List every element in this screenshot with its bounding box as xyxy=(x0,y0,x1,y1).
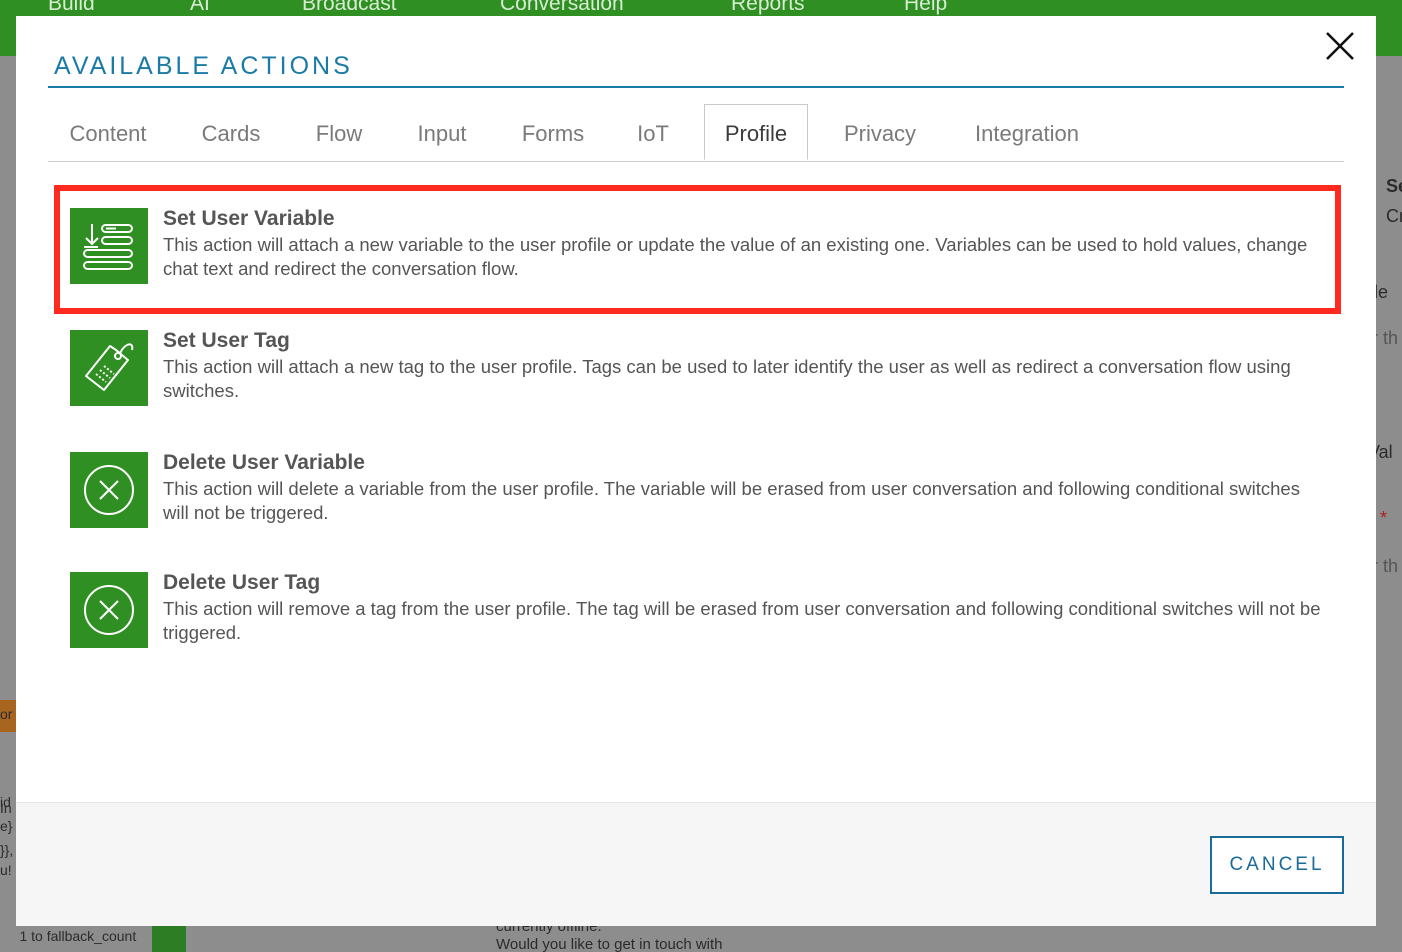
tab-iot[interactable]: IoT xyxy=(626,104,680,160)
title-divider xyxy=(48,86,1344,88)
nav-help[interactable]: Help xyxy=(904,0,947,16)
bg-green-chip xyxy=(152,926,186,952)
action-description: This action will attach a new variable t… xyxy=(163,234,1308,279)
bg-snippet: e} xyxy=(0,818,13,834)
circle-x-icon xyxy=(84,465,134,515)
bg-snippet: r th xyxy=(1376,328,1399,348)
tab-flow[interactable]: Flow xyxy=(306,104,372,160)
action-delete-user-tag[interactable]: Delete User Tag This action will remove … xyxy=(70,571,1321,650)
bg-snippet: Se xyxy=(1386,176,1402,196)
tab-input[interactable]: Input xyxy=(404,104,480,160)
background-right-panel: Se Cr ble r th Val * r th xyxy=(1376,56,1402,952)
action-description: This action will attach a new tag to the… xyxy=(163,356,1291,401)
circle-x-icon xyxy=(84,585,134,635)
tag-icon xyxy=(85,343,134,391)
variable-list-icon xyxy=(83,224,133,270)
tab-forms[interactable]: Forms xyxy=(512,104,594,160)
cancel-button[interactable]: CANCEL xyxy=(1210,836,1344,894)
nav-reports[interactable]: Reports xyxy=(731,0,805,16)
action-title: Delete User Tag xyxy=(163,571,321,594)
tab-content[interactable]: Content xyxy=(48,104,168,160)
background-left-panel: In id e} }}, u! xyxy=(0,56,16,952)
action-title: Set User Tag xyxy=(163,329,290,352)
action-icon-tile xyxy=(70,208,148,284)
bg-snippet: Val xyxy=(1376,442,1393,462)
nav-build[interactable]: Build xyxy=(48,0,95,16)
bg-snippet: id xyxy=(0,794,11,810)
bg-snippet: Cr xyxy=(1386,206,1402,226)
close-icon xyxy=(1326,32,1354,60)
action-description: This action will delete a variable from … xyxy=(163,478,1300,523)
action-icon-tile xyxy=(70,330,148,406)
action-icon-tile xyxy=(70,572,148,648)
nav-broadcast[interactable]: Broadcast xyxy=(302,0,397,16)
bg-snippet: dd 1 to fallback_count xyxy=(16,928,137,944)
modal-footer xyxy=(16,803,1376,926)
available-actions-modal: AVAILABLE ACTIONS Content Cards Flow Inp… xyxy=(16,16,1376,926)
action-title: Delete User Variable xyxy=(163,451,365,474)
nav-ai[interactable]: AI xyxy=(190,0,210,16)
action-set-user-variable[interactable]: Set User Variable This action will attac… xyxy=(70,207,1320,286)
background-bottom-strip: dd 1 to fallback_count currently offline… xyxy=(16,926,1376,952)
tab-privacy[interactable]: Privacy xyxy=(832,104,928,160)
bg-orange-tab: or xyxy=(0,700,16,732)
bg-snippet: }}, xyxy=(0,842,14,858)
tab-profile[interactable]: Profile xyxy=(704,104,808,160)
bg-snippet: u! xyxy=(0,862,12,878)
action-icon-tile xyxy=(70,452,148,528)
bg-snippet: ble xyxy=(1376,282,1389,302)
modal-title: AVAILABLE ACTIONS xyxy=(54,52,353,80)
action-category-tabs: Content Cards Flow Input Forms IoT Profi… xyxy=(48,104,1344,162)
action-set-user-tag[interactable]: Set User Tag This action will attach a n… xyxy=(70,329,1320,408)
bg-snippet: or xyxy=(0,706,13,722)
tab-cards[interactable]: Cards xyxy=(188,104,274,160)
action-title: Set User Variable xyxy=(163,207,335,230)
tab-integration[interactable]: Integration xyxy=(960,104,1094,160)
action-delete-user-variable[interactable]: Delete User Variable This action will de… xyxy=(70,451,1320,530)
bg-snippet: r th xyxy=(1376,556,1399,576)
bg-snippet: currently offline. xyxy=(496,926,602,935)
action-description: This action will remove a tag from the u… xyxy=(163,598,1321,643)
bg-snippet: * xyxy=(1380,508,1388,528)
nav-conversation[interactable]: Conversation xyxy=(500,0,624,16)
close-button[interactable] xyxy=(1322,28,1358,64)
bg-snippet: Would you like to get in touch with xyxy=(496,936,723,952)
